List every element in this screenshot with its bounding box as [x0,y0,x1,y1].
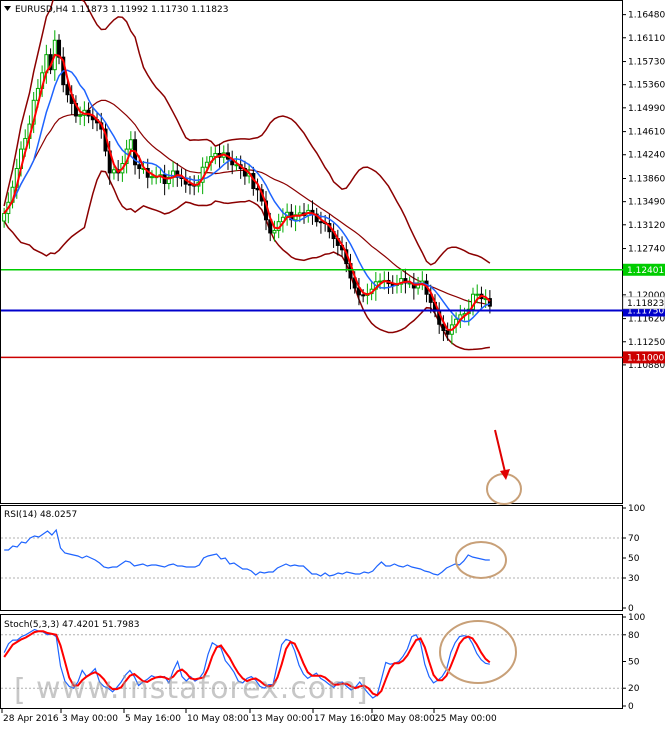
chart-header: EURUSD,H4 1.11873 1.11992 1.11730 1.1182… [15,5,228,15]
resistance-tag-label: 1.12401 [627,266,664,276]
stoch-tick-label-1: 80 [628,631,640,641]
stoch-tick-label-4: 0 [628,702,634,712]
stoch-title: Stoch(5,3,3) 47.4201 51.7983 [4,620,139,630]
candle-body-64 [272,229,277,234]
price-tick-label-8: 1.13490 [628,198,665,208]
candle-body-44 [187,183,192,186]
time-tick-label-3: 10 May 08:00 [187,714,249,724]
rsi-tick-label-3: 30 [628,574,640,584]
chart-canvas: 1.16480 1.16110 1.15730 1.15360 1.14990 1.146… [0,0,665,724]
price-tick-label-10: 1.12740 [628,245,665,255]
price-tick-label-7: 1.13860 [628,175,665,185]
candle-body-60 [255,188,260,191]
watermark-bracket-left: [ [14,673,27,708]
time-tick-label-4: 13 May 00:00 [251,714,313,724]
stoch-tick-label-3: 20 [628,684,640,694]
candle-body-32 [137,164,142,169]
time-tick-label-5: 17 May 16:00 [314,714,376,724]
watermark: www.instaforex.com [36,671,357,706]
candle-body-35 [149,176,154,179]
price-tick-label-6: 1.14240 [628,151,665,161]
price-tick-label-5: 1.14610 [628,128,665,138]
price-panel [0,0,623,504]
candle-body-18 [78,114,83,117]
stoch-tick-label-0: 100 [628,613,645,623]
price-axis: 1.16480 1.16110 1.15730 1.15360 1.14990 1.146… [622,11,665,371]
price-tick-label-1: 1.16110 [628,34,665,44]
candle-body-89 [378,280,383,283]
rsi-tick-label-1: 70 [628,534,640,544]
watermark-bracket-right: ] [356,673,369,708]
rsi-tick-label-0: 100 [628,504,645,514]
time-tick-label-7: 25 May 00:00 [435,714,497,724]
candle-body-112 [475,293,480,296]
candle-body-30 [128,139,133,150]
candle-body-75 [318,221,323,224]
time-tick-label-1: 3 May 00:00 [62,714,118,724]
time-tick-label-0: 28 Apr 2016 [3,714,59,724]
candle-body-105 [445,329,450,335]
price-tick-label-2: 1.15730 [628,58,665,68]
price-tick-label-0: 1.16480 [628,11,665,21]
current-price-label: 1.11823 [627,299,664,309]
time-tick-label-2: 5 May 16:00 [125,714,181,724]
candle-body-26 [111,169,116,174]
candle-body-0 [2,213,7,222]
price-tick-label-13: 1.11250 [628,338,665,348]
time-tick-label-6: 20 May 08:00 [373,714,435,724]
rsi-tick-label-2: 50 [628,554,640,564]
price-tick-label-4: 1.14990 [628,104,665,114]
price-tick-label-9: 1.13120 [628,221,665,231]
candle-body-85 [361,294,366,297]
price-tick-label-3: 1.15360 [628,81,665,91]
support-tag-label: 1.11000 [627,353,664,363]
rsi-title: RSI(14) 48.0257 [4,510,77,520]
time-axis: 28 Apr 2016 3 May 00:00 5 May 16:00 10 May … [1,709,497,724]
stoch-tick-label-2: 50 [628,658,640,668]
rsi-panel [0,505,623,611]
